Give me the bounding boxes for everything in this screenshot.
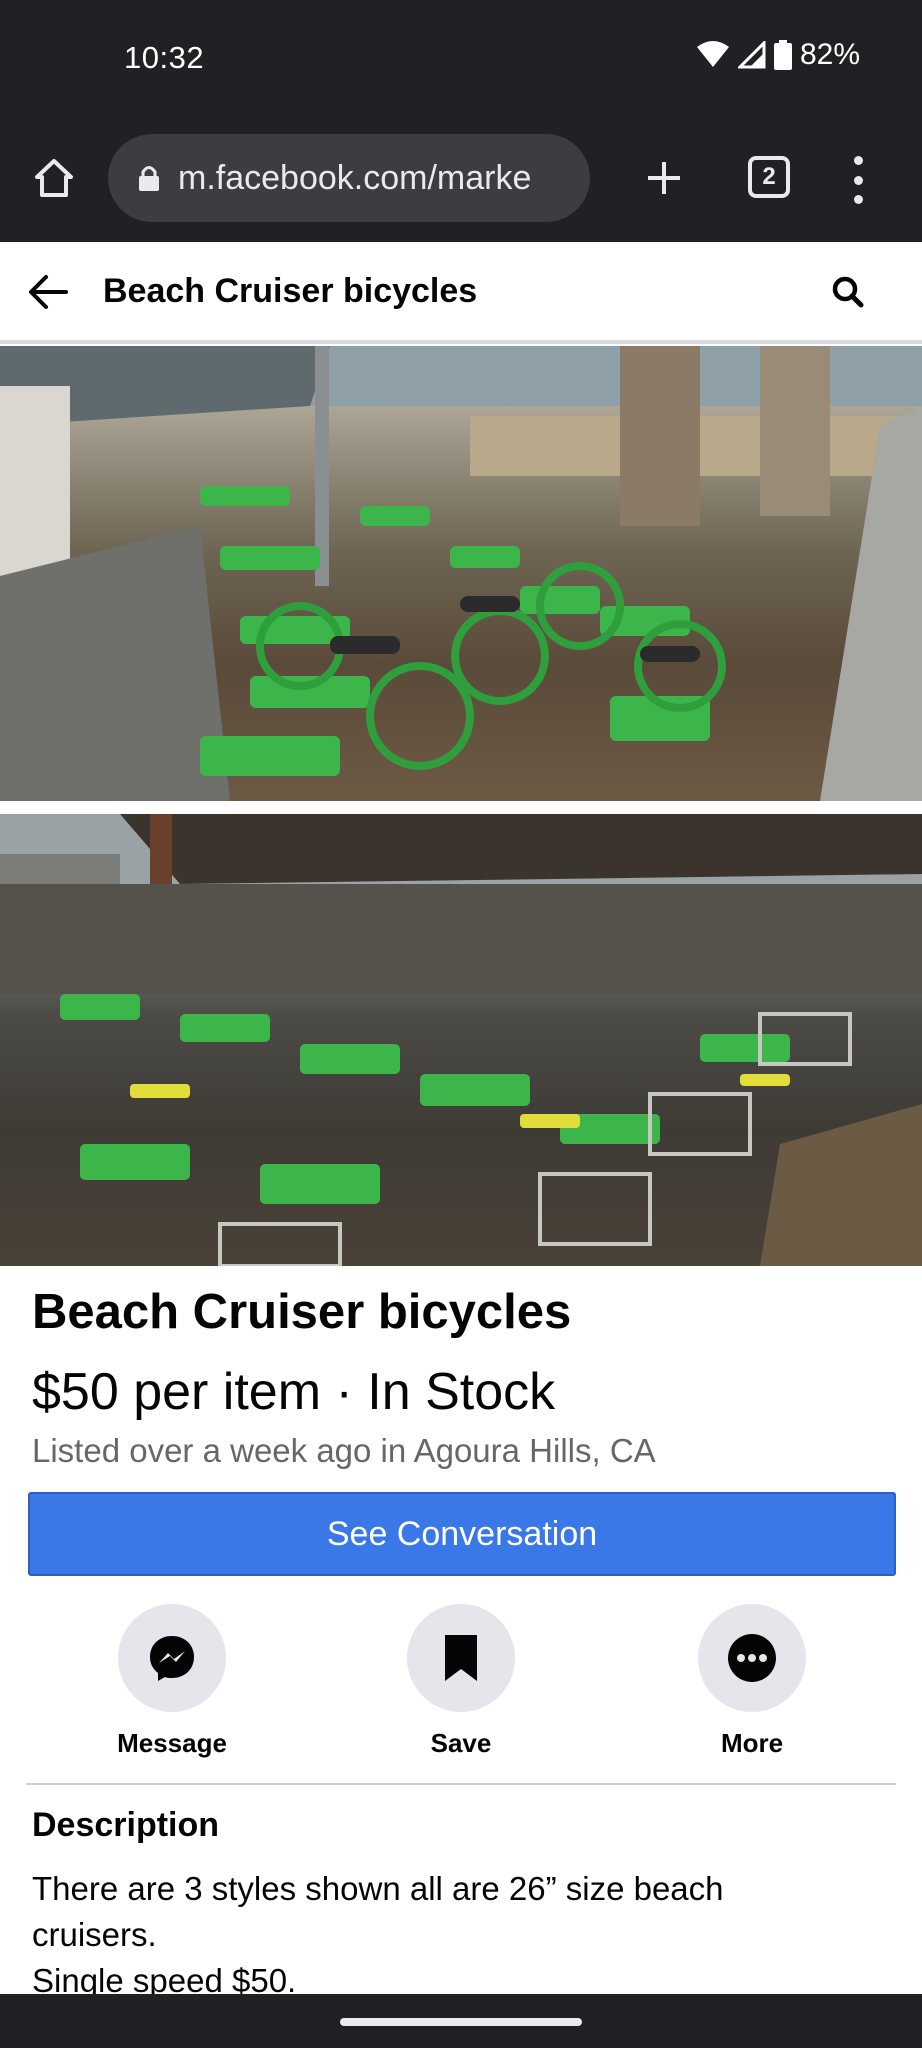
home-icon xyxy=(35,159,73,197)
status-time: 10:32 xyxy=(124,40,205,75)
address-bar[interactable]: m.facebook.com/marke xyxy=(108,134,590,222)
more-button[interactable]: More xyxy=(672,1604,832,1759)
more-label: More xyxy=(720,1728,784,1758)
save-label: Save xyxy=(430,1728,492,1758)
gesture-handle[interactable] xyxy=(340,2018,582,2026)
battery-icon xyxy=(773,40,792,70)
status-bar: 10:32 82% xyxy=(0,0,922,120)
listing-actions: Message Save More xyxy=(0,1604,922,1758)
wifi-icon xyxy=(696,41,729,67)
battery-percent: 82% xyxy=(799,38,860,71)
listing-photo-1[interactable] xyxy=(0,346,922,801)
description-body: There are 3 styles shown all are 26” siz… xyxy=(32,1866,882,1994)
tab-switcher-button[interactable]: 2 xyxy=(748,156,790,198)
more-dots-icon xyxy=(728,1634,776,1682)
more-circle xyxy=(698,1604,806,1712)
description-line: cruisers. xyxy=(32,1916,157,1953)
url-text: m.facebook.com/marke xyxy=(178,158,532,197)
description-line: Single speed $50. xyxy=(32,1962,297,1994)
description-line: There are 3 styles shown all are 26” siz… xyxy=(32,1870,724,1907)
search-button[interactable] xyxy=(828,272,868,312)
system-nav-bar xyxy=(0,1994,922,2048)
save-circle xyxy=(407,1604,515,1712)
search-icon xyxy=(832,276,864,308)
save-button[interactable]: Save xyxy=(381,1604,541,1759)
back-button[interactable] xyxy=(26,270,70,314)
menu-dot xyxy=(853,175,863,185)
see-conversation-button[interactable]: See Conversation xyxy=(28,1492,896,1576)
listing-price: $50 per item · In Stock xyxy=(32,1363,556,1421)
section-divider xyxy=(26,1783,896,1785)
new-tab-button[interactable] xyxy=(640,154,688,202)
status-icons: 82% xyxy=(696,38,860,72)
overflow-menu-button[interactable] xyxy=(846,156,870,204)
page-title: Beach Cruiser bicycles xyxy=(103,272,478,310)
listing-title: Beach Cruiser bicycles xyxy=(32,1285,572,1339)
lock-icon xyxy=(139,166,159,191)
arrow-left-icon xyxy=(29,275,68,309)
page-header: Beach Cruiser bicycles xyxy=(0,242,922,344)
plus-icon xyxy=(648,162,680,194)
menu-dot xyxy=(853,156,863,165)
messenger-icon xyxy=(150,1636,194,1681)
cell-signal-icon xyxy=(737,41,766,69)
listing-meta: Listed over a week ago in Agoura Hills, … xyxy=(32,1432,656,1469)
listing-photo-2[interactable] xyxy=(0,814,922,1266)
message-circle xyxy=(118,1604,226,1712)
menu-dot xyxy=(853,195,863,204)
bookmark-icon xyxy=(445,1635,477,1681)
browser-toolbar: m.facebook.com/marke 2 xyxy=(0,120,922,242)
description-heading: Description xyxy=(32,1806,220,1844)
home-button[interactable] xyxy=(30,154,78,202)
message-label: Message xyxy=(117,1728,227,1758)
message-button[interactable]: Message xyxy=(92,1604,252,1759)
